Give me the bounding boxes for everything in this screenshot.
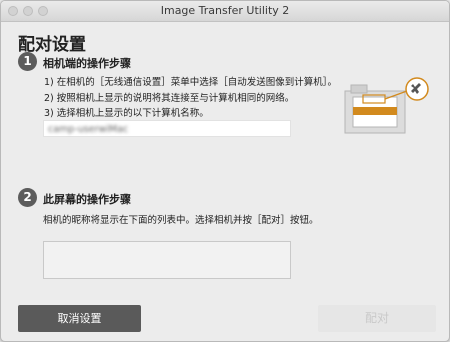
pair-button[interactable]: 配对 [318, 305, 436, 332]
cancel-setup-button[interactable]: 取消设置 [18, 305, 141, 332]
step-2-number-badge: 2 [18, 188, 37, 207]
step-1-title: 相机端的操作步骤 [43, 57, 131, 70]
computer-name-field: camp-userwiMac [43, 120, 291, 137]
window-title: Image Transfer Utility 2 [160, 4, 290, 17]
step-2-title: 此屏幕的操作步骤 [43, 193, 131, 206]
step-1-instruction-2: 2) 按照相机上显示的说明将其连接至与计算机相同的网络。 [44, 93, 295, 104]
app-window: Image Transfer Utility 2 配对设置 1 相机端的操作步骤… [0, 0, 450, 342]
step-1-number-badge: 1 [18, 52, 37, 71]
camera-with-wireless-icon [344, 77, 429, 134]
camera-list[interactable] [43, 241, 291, 279]
step-1-instruction-1: 1) 在相机的［无线通信设置］菜单中选择［自动发送图像到计算机］。 [44, 77, 338, 88]
computer-name-value: camp-userwiMac [48, 124, 129, 135]
step-1-instruction-3: 3) 选择相机上显示的以下计算机名称。 [44, 108, 209, 119]
title-bar: Image Transfer Utility 2 [1, 1, 449, 22]
step-2-description: 相机的昵称将显示在下面的列表中。选择相机并按［配对］按钮。 [43, 215, 319, 226]
